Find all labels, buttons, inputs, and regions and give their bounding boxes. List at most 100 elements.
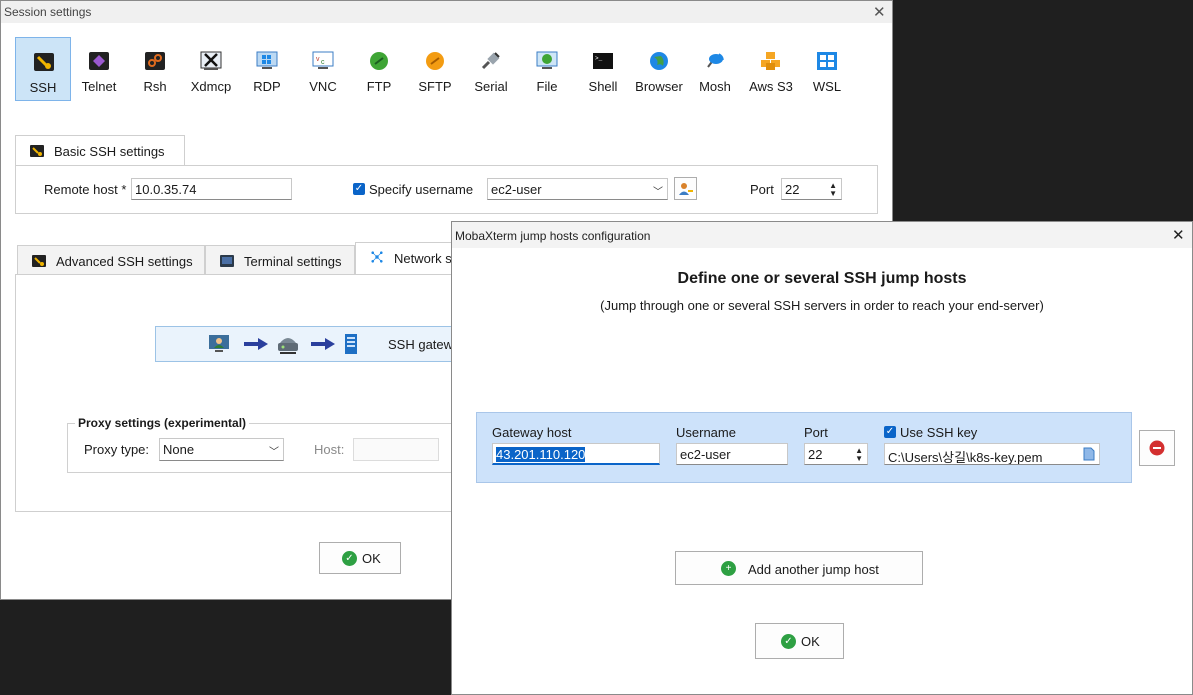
proxy-type-combo[interactable]: None ﹀ — [159, 438, 284, 461]
remove-icon — [1149, 440, 1165, 456]
check-icon: ✓ — [781, 634, 796, 649]
spin-down-icon[interactable]: ▼ — [829, 190, 837, 198]
proxy-host-label: Host: — [314, 442, 345, 457]
wsl-icon — [817, 52, 837, 70]
proxy-settings-legend: Proxy settings (experimental) — [75, 416, 250, 430]
port-spinner[interactable]: 22 ▲ ▼ — [781, 178, 842, 200]
port-value: 22 — [785, 182, 800, 197]
spin-down-icon[interactable]: ▼ — [855, 455, 863, 463]
protocol-xdmcp-button[interactable]: Xdmcp — [183, 37, 239, 101]
ssh-key-path-value: C:\Users\상길\k8s-key.pem — [888, 450, 1043, 465]
protocol-label: Shell — [588, 79, 618, 94]
chevron-down-icon: ﹀ — [653, 187, 663, 198]
protocol-label: WSL — [812, 79, 842, 94]
ssh-icon — [32, 255, 46, 267]
arrow-right-icon — [244, 338, 268, 350]
use-ssh-key-checkbox[interactable]: ✓ — [884, 426, 896, 438]
specify-username-checkbox[interactable]: ✓ — [353, 183, 365, 195]
proxy-host-input[interactable] — [353, 438, 439, 461]
proxy-type-value: None — [163, 442, 195, 457]
rsh-icon — [145, 52, 165, 70]
protocol-label: Mosh — [699, 79, 731, 94]
protocol-label: Xdmcp — [190, 79, 232, 94]
jump-heading: Define one or several SSH jump hosts — [677, 270, 967, 287]
protocol-ftp-button[interactable]: FTP — [351, 37, 407, 101]
browse-file-icon[interactable] — [1083, 447, 1095, 461]
protocol-vnc-button[interactable]: vc VNC — [295, 37, 351, 101]
protocol-label: File — [536, 79, 558, 94]
remote-host-label: Remote host * — [44, 182, 127, 197]
ssh-icon — [34, 53, 54, 71]
jump-titlebar: MobaXterm jump hosts configuration ✕ — [452, 222, 1192, 248]
tab-label: Terminal settings — [244, 254, 342, 269]
username-value: ec2-user — [491, 182, 542, 197]
username-combo[interactable]: ec2-user ﹀ — [487, 178, 668, 200]
svg-text:c: c — [321, 59, 325, 66]
arrow-right-icon — [311, 338, 335, 350]
protocol-browser-button[interactable]: Browser — [631, 37, 687, 101]
tab-label: Advanced SSH settings — [56, 254, 193, 269]
protocol-rsh-button[interactable]: Rsh — [127, 37, 183, 101]
jump-ok-button[interactable]: ✓ OK — [755, 623, 844, 659]
network-icon — [371, 251, 383, 263]
protocol-file-button[interactable]: File — [519, 37, 575, 101]
add-icon: + — [721, 561, 736, 576]
terminal-icon — [220, 255, 234, 267]
ftp-icon — [370, 52, 388, 70]
session-titlebar: Session settings ✕ — [1, 1, 892, 23]
username-label: Username — [676, 425, 736, 440]
proxy-type-label: Proxy type: — [84, 442, 150, 457]
protocol-label: Telnet — [81, 79, 117, 94]
remove-jump-host-button[interactable] — [1139, 430, 1175, 466]
tab-network-settings[interactable]: Network s — [355, 242, 455, 275]
mosh-icon — [707, 53, 724, 68]
user-manager-button[interactable] — [674, 177, 697, 200]
file-icon — [536, 51, 558, 69]
protocol-label: Browser — [635, 79, 683, 94]
server-tower-icon — [345, 334, 357, 354]
protocol-mosh-button[interactable]: Mosh — [687, 37, 743, 101]
gateway-host-label: Gateway host — [492, 425, 572, 440]
protocol-ssh-button[interactable]: SSH — [15, 37, 71, 101]
remote-host-input[interactable]: 10.0.35.74 — [131, 178, 292, 200]
aws-s3-icon — [761, 52, 780, 70]
protocol-label: VNC — [309, 79, 337, 94]
use-ssh-key-label: Use SSH key — [900, 425, 978, 440]
protocol-serial-button[interactable]: Serial — [463, 37, 519, 101]
ssh-gateway-button[interactable]: SSH gatew — [155, 326, 455, 362]
tab-terminal-settings[interactable]: Terminal settings — [205, 245, 355, 275]
vnc-icon: vc — [312, 51, 334, 69]
protocol-rdp-button[interactable]: RDP — [239, 37, 295, 101]
sftp-icon — [426, 52, 444, 70]
add-jump-host-label: Add another jump host — [748, 562, 879, 577]
protocol-aws-s3-button[interactable]: Aws S3 — [743, 37, 799, 101]
check-icon: ✓ — [342, 551, 357, 566]
add-jump-host-button[interactable]: + Add another jump host — [675, 551, 923, 585]
tab-advanced-ssh-settings[interactable]: Advanced SSH settings — [17, 245, 205, 275]
tab-label: Network s — [394, 251, 452, 266]
gateway-host-input[interactable]: 43.201.110.120 — [492, 443, 660, 465]
ssh-key-path-input[interactable]: C:\Users\상길\k8s-key.pem — [884, 443, 1100, 465]
tab-basic-ssh-settings[interactable]: Basic SSH settings — [15, 135, 185, 166]
protocol-sftp-button[interactable]: SFTP — [407, 37, 463, 101]
protocol-shell-button[interactable]: >_ Shell — [575, 37, 631, 101]
computer-user-icon — [209, 335, 229, 352]
jump-close-icon[interactable]: ✕ — [1172, 226, 1185, 244]
session-ok-button[interactable]: ✓ OK — [319, 542, 401, 574]
protocol-telnet-button[interactable]: Telnet — [71, 37, 127, 101]
session-close-icon[interactable]: ✕ — [873, 3, 886, 21]
protocol-label: FTP — [366, 79, 392, 94]
protocol-wsl-button[interactable]: WSL — [799, 37, 855, 101]
ssh-gateway-label: SSH gatew — [388, 337, 454, 352]
protocol-label: SSH — [29, 80, 57, 95]
jump-username-input[interactable]: ec2-user — [676, 443, 788, 465]
network-panel — [15, 274, 455, 512]
svg-text:>_: >_ — [595, 55, 603, 62]
jump-subheading: (Jump through one or several SSH servers… — [600, 298, 1044, 313]
jump-port-value: 22 — [808, 447, 823, 462]
jump-port-spinner[interactable]: 22 ▲ ▼ — [804, 443, 868, 465]
session-title: Session settings — [4, 5, 92, 19]
gateway-server-icon — [278, 338, 298, 354]
protocol-label: Aws S3 — [749, 79, 793, 94]
jump-title: MobaXterm jump hosts configuration — [455, 229, 651, 243]
